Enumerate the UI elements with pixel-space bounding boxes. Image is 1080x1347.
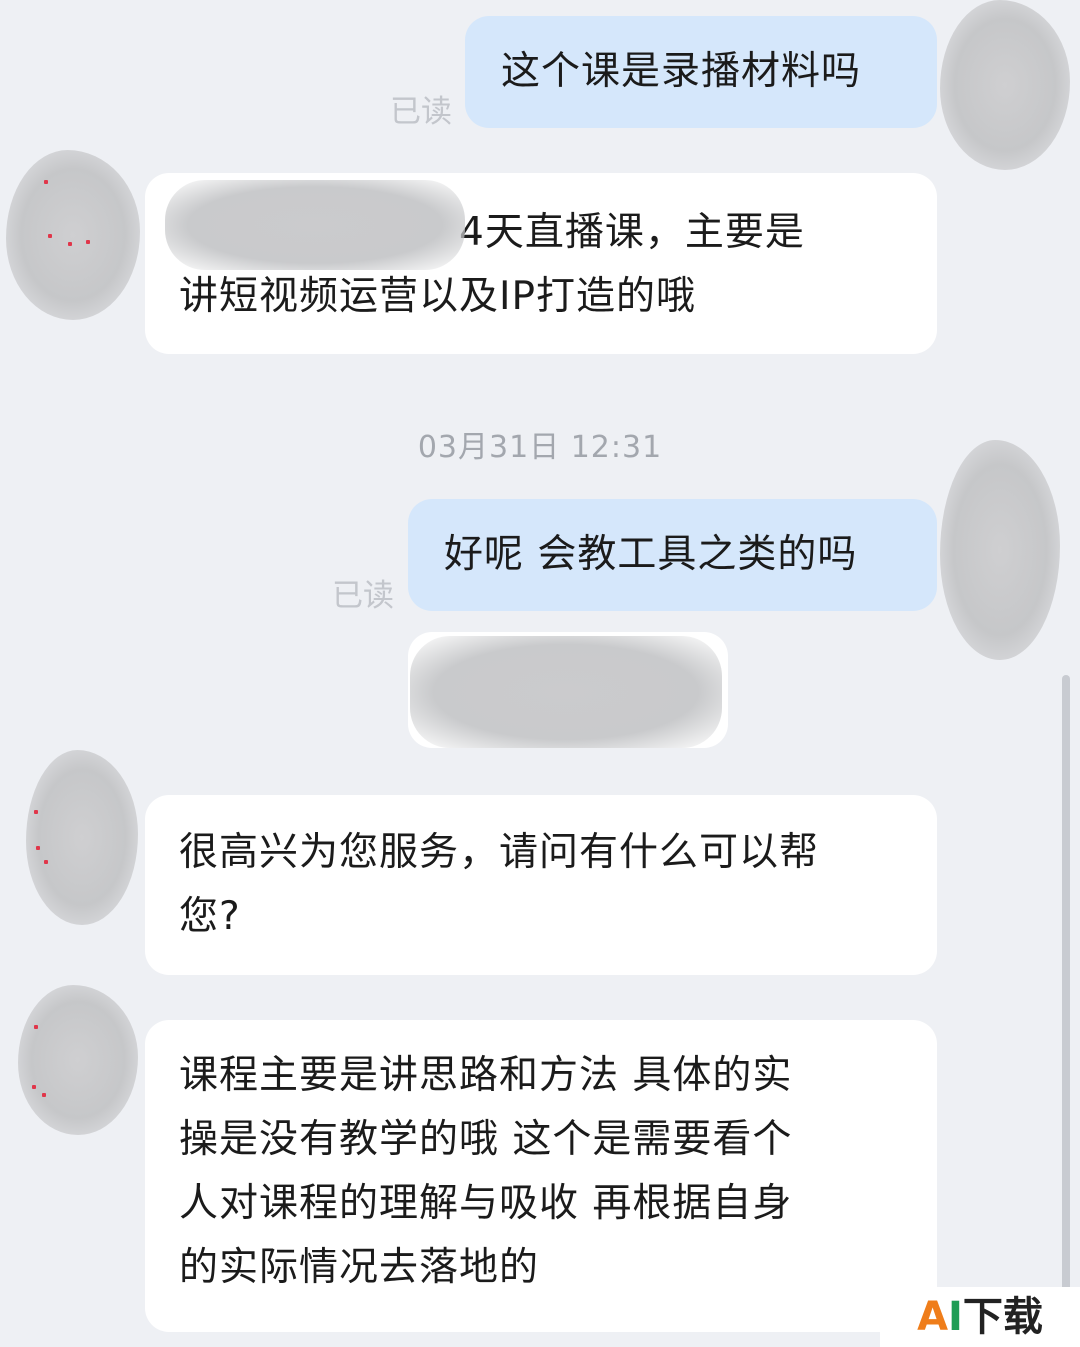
redacted-content: [410, 636, 722, 748]
message-text-line: 操是没有教学的哦 这个是需要看个: [179, 1117, 793, 1162]
message-text-line: 课程主要是讲思路和方法 具体的实: [179, 1053, 793, 1098]
timestamp: 03月31日 12:31: [417, 430, 663, 465]
avatar-agent: [26, 750, 138, 925]
message-bubble-outgoing[interactable]: 好呢 会教工具之类的吗: [408, 499, 937, 611]
avatar-agent: [6, 150, 140, 320]
message-text: 这个课是录播材料吗: [501, 49, 862, 94]
avatar-agent: [18, 985, 138, 1135]
message-text: 好呢 会教工具之类的吗: [444, 532, 858, 577]
message-bubble-outgoing[interactable]: 这个课是录播材料吗: [465, 16, 937, 128]
message-text-line: 人对课程的理解与吸收 再根据自身: [179, 1181, 793, 1226]
redacted-text: [165, 180, 465, 270]
message-bubble-incoming[interactable]: 课程主要是讲思路和方法 具体的实 操是没有教学的哦 这个是需要看个 人对课程的理…: [145, 1020, 937, 1332]
message-text-line: 您?: [179, 894, 241, 939]
read-status: 已读: [332, 578, 394, 614]
message-bubble-incoming[interactable]: 很高兴为您服务，请问有什么可以帮 您?: [145, 795, 937, 975]
message-text-line: 的实际情况去落地的: [179, 1245, 540, 1290]
avatar-self: [940, 0, 1070, 170]
read-status: 已读: [390, 94, 452, 130]
watermark: AI下载: [880, 1287, 1080, 1347]
avatar-self: [940, 440, 1060, 660]
message-text-line: 很高兴为您服务，请问有什么可以帮: [179, 830, 820, 875]
message-text-line: 讲短视频运营以及IP打造的哦: [179, 274, 697, 319]
scrollbar[interactable]: [1062, 675, 1070, 1347]
